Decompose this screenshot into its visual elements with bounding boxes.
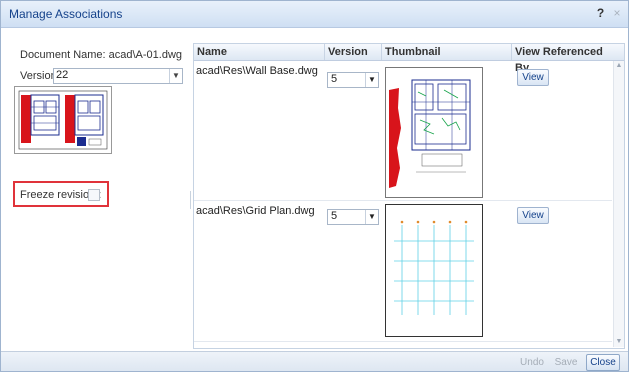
row-version-select[interactable]: 5 ▼ bbox=[327, 72, 379, 88]
close-button[interactable]: Close bbox=[586, 354, 620, 371]
version-select[interactable]: 22 ▼ bbox=[53, 68, 183, 84]
document-name-label: Document Name: acad\A-01.dwg bbox=[20, 49, 183, 61]
freeze-revision-checkbox[interactable] bbox=[88, 189, 100, 201]
column-header-version[interactable]: Version bbox=[325, 44, 382, 60]
row-version-value: 5 bbox=[331, 210, 338, 222]
freeze-revision-highlight: Freeze revision : bbox=[13, 181, 109, 207]
column-header-name[interactable]: Name bbox=[194, 44, 325, 60]
chevron-down-icon[interactable]: ▼ bbox=[365, 210, 378, 224]
row-file-name: acad\Res\Wall Base.dwg bbox=[196, 65, 318, 77]
table-row[interactable]: acad\Res\Grid Plan.dwg 5 ▼ View bbox=[194, 201, 612, 342]
row-version-value: 5 bbox=[331, 73, 338, 85]
document-thumbnail bbox=[14, 86, 112, 154]
wall-base-drawing bbox=[389, 79, 471, 188]
column-header-thumbnail[interactable]: Thumbnail bbox=[382, 44, 512, 60]
associations-grid: Name Version Thumbnail View Referenced B… bbox=[193, 43, 625, 349]
chevron-down-icon[interactable]: ▼ bbox=[169, 69, 182, 83]
dialog-footer: Undo Save Close bbox=[1, 351, 628, 371]
help-icon[interactable]: ? bbox=[594, 7, 607, 20]
grid-scrollbar[interactable]: ▲ ▼ bbox=[613, 61, 624, 347]
grid-plan-drawing bbox=[394, 220, 474, 315]
column-header-view-referenced-by[interactable]: View Referenced By bbox=[512, 44, 613, 74]
row-version-select[interactable]: 5 ▼ bbox=[327, 209, 379, 225]
manage-associations-dialog: Manage Associations ? × Document Name: a… bbox=[0, 0, 629, 372]
table-row[interactable]: acad\Res\Wall Base.dwg 5 ▼ View bbox=[194, 61, 612, 201]
row-thumbnail bbox=[385, 204, 483, 337]
scroll-down-icon[interactable]: ▼ bbox=[614, 337, 624, 347]
view-referenced-by-button[interactable]: View bbox=[517, 69, 549, 86]
version-select-value: 22 bbox=[56, 69, 69, 81]
undo-button[interactable]: Undo bbox=[517, 354, 547, 371]
view-referenced-by-button[interactable]: View bbox=[517, 207, 549, 224]
row-file-name: acad\Res\Grid Plan.dwg bbox=[196, 205, 315, 217]
document-panel: Document Name: acad\A-01.dwg Version: 22… bbox=[1, 28, 191, 348]
save-button[interactable]: Save bbox=[552, 354, 580, 371]
grid-header: Name Version Thumbnail View Referenced B… bbox=[194, 44, 624, 74]
dialog-title: Manage Associations bbox=[9, 7, 123, 21]
dialog-titlebar[interactable]: Manage Associations ? × bbox=[1, 1, 628, 28]
close-icon[interactable]: × bbox=[611, 6, 623, 20]
scroll-up-icon[interactable]: ▲ bbox=[614, 61, 624, 71]
document-thumbnail-drawing bbox=[18, 90, 108, 150]
row-thumbnail bbox=[385, 67, 483, 198]
chevron-down-icon[interactable]: ▼ bbox=[365, 73, 378, 87]
